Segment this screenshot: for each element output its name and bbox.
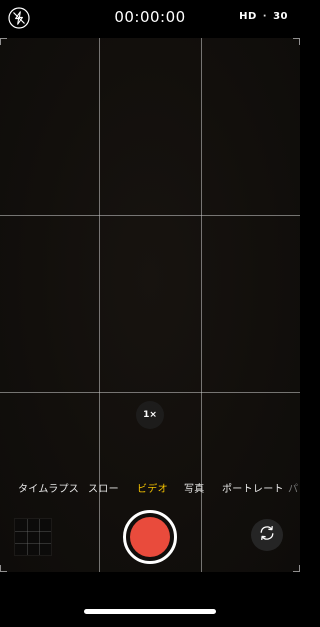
camera-flip-button[interactable] xyxy=(251,519,283,551)
top-bar: 00:00:00 HD · 30 xyxy=(0,0,300,38)
mode-pano[interactable]: パ xyxy=(288,480,298,495)
mode-timelapse[interactable]: タイムラプス xyxy=(18,480,79,495)
camera-flip-icon xyxy=(258,524,276,546)
thumbnail-grid-line xyxy=(15,543,51,544)
home-indicator[interactable] xyxy=(84,609,216,614)
record-button-core xyxy=(130,517,170,557)
frame-corner xyxy=(0,38,7,45)
record-button[interactable] xyxy=(123,510,177,564)
mode-portrait[interactable]: ポートレート xyxy=(222,480,284,495)
thumbnail-grid-line xyxy=(15,531,51,532)
frame-rate-label: 30 xyxy=(273,11,288,22)
mode-slomo[interactable]: スロー xyxy=(88,480,119,495)
grid-line xyxy=(0,215,300,216)
frame-corner xyxy=(0,565,7,572)
video-format-indicator[interactable]: HD · 30 xyxy=(239,11,288,22)
last-photo-thumbnail[interactable] xyxy=(14,518,52,556)
mode-selector: タイムラプス スロー ビデオ 写真 ポートレート パ xyxy=(0,480,300,496)
thumbnail-grid-line xyxy=(39,519,40,555)
resolution-label: HD xyxy=(239,11,257,22)
frame-corner xyxy=(293,38,300,45)
mode-photo[interactable]: 写真 xyxy=(184,480,205,495)
frame-corner xyxy=(293,565,300,572)
zoom-button[interactable]: 1× xyxy=(136,401,164,429)
grid-line xyxy=(0,392,300,393)
thumbnail-grid-line xyxy=(27,519,28,555)
format-separator: · xyxy=(262,11,268,22)
mode-video[interactable]: ビデオ xyxy=(137,480,168,495)
